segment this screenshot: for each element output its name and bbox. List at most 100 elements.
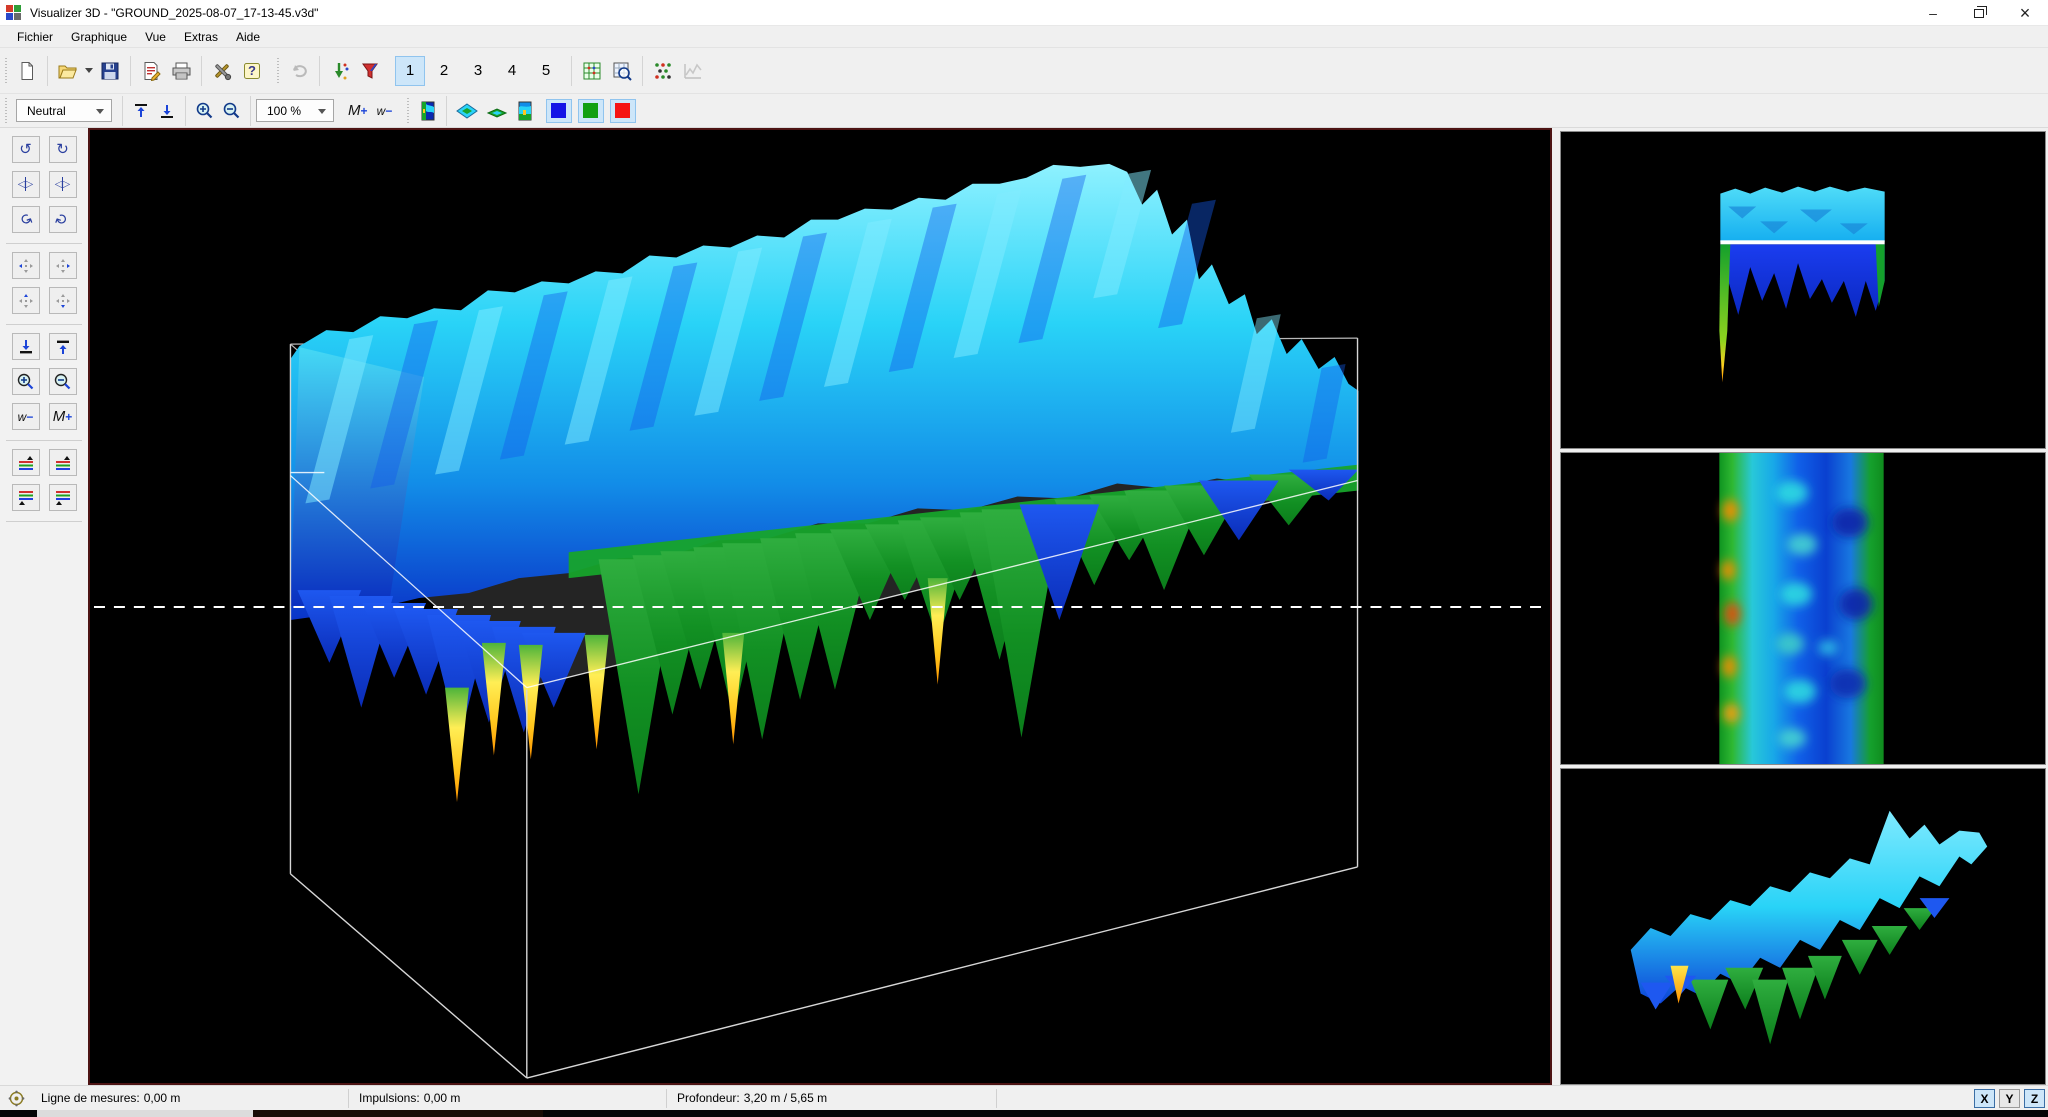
color-mode-select[interactable]: Neutral (16, 99, 112, 122)
undo-button[interactable] (284, 55, 314, 87)
signal-plus-side-button[interactable]: M+ (49, 403, 77, 430)
layer-raise-top-button[interactable] (12, 449, 40, 476)
axis-toggle-group: X Y Z (1974, 1089, 2045, 1108)
zoom-out-button[interactable] (218, 98, 245, 124)
side-views-column (1556, 128, 2048, 1085)
top-view-panel[interactable] (1560, 452, 2046, 765)
rotate-pitch-down-button[interactable]: ↻ (49, 136, 77, 163)
grid-view-button[interactable] (577, 55, 607, 87)
magnify-grid-button[interactable] (607, 55, 637, 87)
top-view-heatmap-image (1561, 453, 2045, 764)
tools-icon (212, 61, 232, 81)
status-measure-line: Ligne de mesures: 0,00 m (31, 1089, 349, 1108)
measure-line-value: 0,00 m (144, 1091, 181, 1105)
close-button[interactable]: × (2002, 0, 2048, 26)
blue-swatch-icon (551, 103, 566, 118)
toolbar-grip (275, 58, 280, 84)
save-button[interactable] (95, 55, 125, 87)
move-up-button[interactable] (12, 287, 40, 314)
front-view-image (1561, 132, 2045, 448)
menu-fichier[interactable]: Fichier (8, 28, 62, 46)
open-file-dropdown[interactable] (83, 55, 95, 87)
iso-view-panel[interactable] (1560, 768, 2046, 1085)
layers-down-icon (54, 455, 72, 471)
chevron-down-icon (85, 68, 93, 73)
axis-z-button[interactable]: Z (2024, 1089, 2045, 1108)
signal-minus-button[interactable]: w− (372, 98, 398, 124)
measure-line-label: Ligne de mesures: (41, 1091, 140, 1105)
view-iso-button[interactable] (452, 98, 482, 124)
open-folder-icon (57, 61, 79, 81)
min-level-down-button[interactable] (154, 98, 180, 124)
move-right-button[interactable] (49, 252, 77, 279)
view-profile-button[interactable] (512, 98, 538, 124)
separator (642, 56, 643, 86)
zoom-out-icon (53, 372, 72, 391)
zoom-in-button[interactable] (191, 98, 218, 124)
rotate-yaw-left-button[interactable]: ◁▷ (12, 171, 40, 198)
layer-lower-top-button[interactable] (49, 449, 77, 476)
page-3-button[interactable]: 3 (463, 56, 493, 86)
main-3d-view[interactable] (88, 128, 1552, 1085)
rotate-roll-right-button[interactable]: ↻ (49, 206, 77, 233)
depth-up-button[interactable] (49, 333, 77, 360)
view-flat-button[interactable] (482, 98, 512, 124)
page-4-button[interactable]: 4 (497, 56, 527, 86)
zoom-level-select[interactable]: 100 % (256, 99, 334, 122)
separator (185, 96, 186, 126)
channel-red-button[interactable] (610, 99, 636, 123)
signal-minus-side-button[interactable]: w− (12, 403, 40, 430)
signal-plus-glyph: M (348, 103, 361, 118)
axis-x-button[interactable]: X (1974, 1089, 1995, 1108)
menu-vue[interactable]: Vue (136, 28, 175, 46)
rotate-yaw-right-button[interactable]: ◁▷ (49, 171, 77, 198)
page-5-button[interactable]: 5 (531, 56, 561, 86)
menu-graphique[interactable]: Graphique (62, 28, 136, 46)
arrow-to-top-icon (55, 338, 71, 356)
zoom-out-icon (222, 101, 241, 120)
front-view-panel[interactable] (1560, 131, 2046, 449)
axis-y-button[interactable]: Y (1999, 1089, 2020, 1108)
toolbar-grip (406, 98, 411, 124)
max-level-up-button[interactable] (128, 98, 154, 124)
channel-blue-button[interactable] (546, 99, 572, 123)
zoom-out-side-button[interactable] (49, 368, 77, 395)
page-1-button[interactable]: 1 (395, 56, 425, 86)
rotate-roll-left-button[interactable]: ↺ (12, 206, 40, 233)
roll-left-icon: ↺ (16, 211, 34, 228)
rotate-pitch-up-button[interactable]: ↺ (12, 136, 40, 163)
channel-green-button[interactable] (578, 99, 604, 123)
print-button[interactable] (166, 55, 196, 87)
help-button[interactable]: ? (237, 55, 267, 87)
page-2-button[interactable]: 2 (429, 56, 459, 86)
import-signal-button[interactable] (325, 55, 355, 87)
new-file-button[interactable] (12, 55, 42, 87)
menu-aide[interactable]: Aide (227, 28, 269, 46)
depth-down-button[interactable] (12, 333, 40, 360)
minimize-button[interactable]: – (1910, 0, 1956, 26)
maximize-button[interactable] (1956, 0, 2002, 26)
layers-down-bottom-icon (54, 490, 72, 506)
move-left-button[interactable] (12, 252, 40, 279)
plus-sign: + (65, 410, 72, 424)
view-toolbar: Neutral 100 % M+ (0, 93, 2048, 128)
line-chart-button[interactable] (678, 55, 708, 87)
chevron-down-icon (96, 109, 104, 114)
settings-button[interactable] (207, 55, 237, 87)
open-file-button[interactable] (53, 55, 83, 87)
line-chart-icon (683, 61, 703, 81)
zoom-in-side-button[interactable] (12, 368, 40, 395)
layer-raise-bottom-button[interactable] (12, 484, 40, 511)
rotate-down-icon: ↻ (56, 142, 69, 157)
edit-report-button[interactable] (136, 55, 166, 87)
menu-extras[interactable]: Extras (175, 28, 227, 46)
separator (571, 56, 572, 86)
scatter-view-button[interactable] (648, 55, 678, 87)
layer-lower-bottom-button[interactable] (49, 484, 77, 511)
move-down-button[interactable] (49, 287, 77, 314)
flip-right-icon: ◁▷ (55, 179, 70, 190)
signal-plus-button[interactable]: M+ (344, 98, 372, 124)
layers-up-bottom-icon (17, 490, 35, 506)
view-side-button[interactable] (415, 98, 441, 124)
filter-signal-button[interactable] (355, 55, 385, 87)
